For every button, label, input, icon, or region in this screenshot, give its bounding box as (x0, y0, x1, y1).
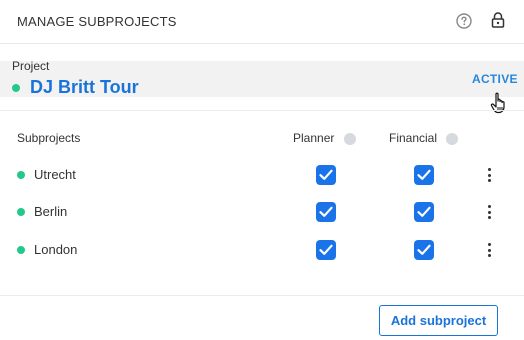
check-icon (417, 244, 431, 255)
footer-divider (0, 295, 524, 296)
subproject-name: London (34, 242, 78, 257)
lock-icon[interactable] (491, 12, 505, 28)
manage-subprojects-panel: MANAGE SUBPROJECTS Project DJ Britt Tour… (0, 0, 524, 340)
project-name: DJ Britt Tour (30, 77, 139, 97)
active-status-link[interactable]: ACTIVE (472, 72, 518, 86)
planner-info-icon[interactable] (344, 133, 356, 145)
check-icon (319, 169, 333, 180)
subproject-name: Berlin (34, 204, 68, 219)
subproject-row: Berlin (0, 197, 524, 227)
column-header-planner: Planner (293, 131, 335, 145)
subproject-status-dot (17, 171, 25, 179)
help-circle-icon[interactable] (456, 13, 472, 29)
check-icon (319, 206, 333, 217)
subproject-status-dot (17, 246, 25, 254)
planner-checkbox[interactable] (316, 165, 336, 185)
more-options-icon[interactable] (484, 166, 496, 184)
project-status-dot (12, 84, 20, 92)
subproject-row: Utrecht (0, 160, 524, 190)
add-subproject-button[interactable]: Add subproject (379, 305, 498, 336)
planner-checkbox[interactable] (316, 202, 336, 222)
financial-checkbox[interactable] (414, 240, 434, 260)
more-options-icon[interactable] (484, 241, 496, 259)
subproject-row: London (0, 235, 524, 265)
financial-info-icon[interactable] (446, 133, 458, 145)
column-header-financial: Financial (389, 131, 438, 145)
project-divider (0, 110, 524, 111)
panel-header: MANAGE SUBPROJECTS (0, 0, 524, 44)
panel-title: MANAGE SUBPROJECTS (17, 14, 177, 29)
project-label: Project (12, 59, 50, 73)
check-icon (417, 169, 431, 180)
check-icon (319, 244, 333, 255)
check-icon (417, 206, 431, 217)
financial-checkbox[interactable] (414, 202, 434, 222)
financial-checkbox[interactable] (414, 165, 434, 185)
planner-checkbox[interactable] (316, 240, 336, 260)
more-options-icon[interactable] (484, 203, 496, 221)
subproject-name: Utrecht (34, 167, 76, 182)
subproject-status-dot (17, 208, 25, 216)
column-header-subprojects: Subprojects (17, 131, 81, 145)
